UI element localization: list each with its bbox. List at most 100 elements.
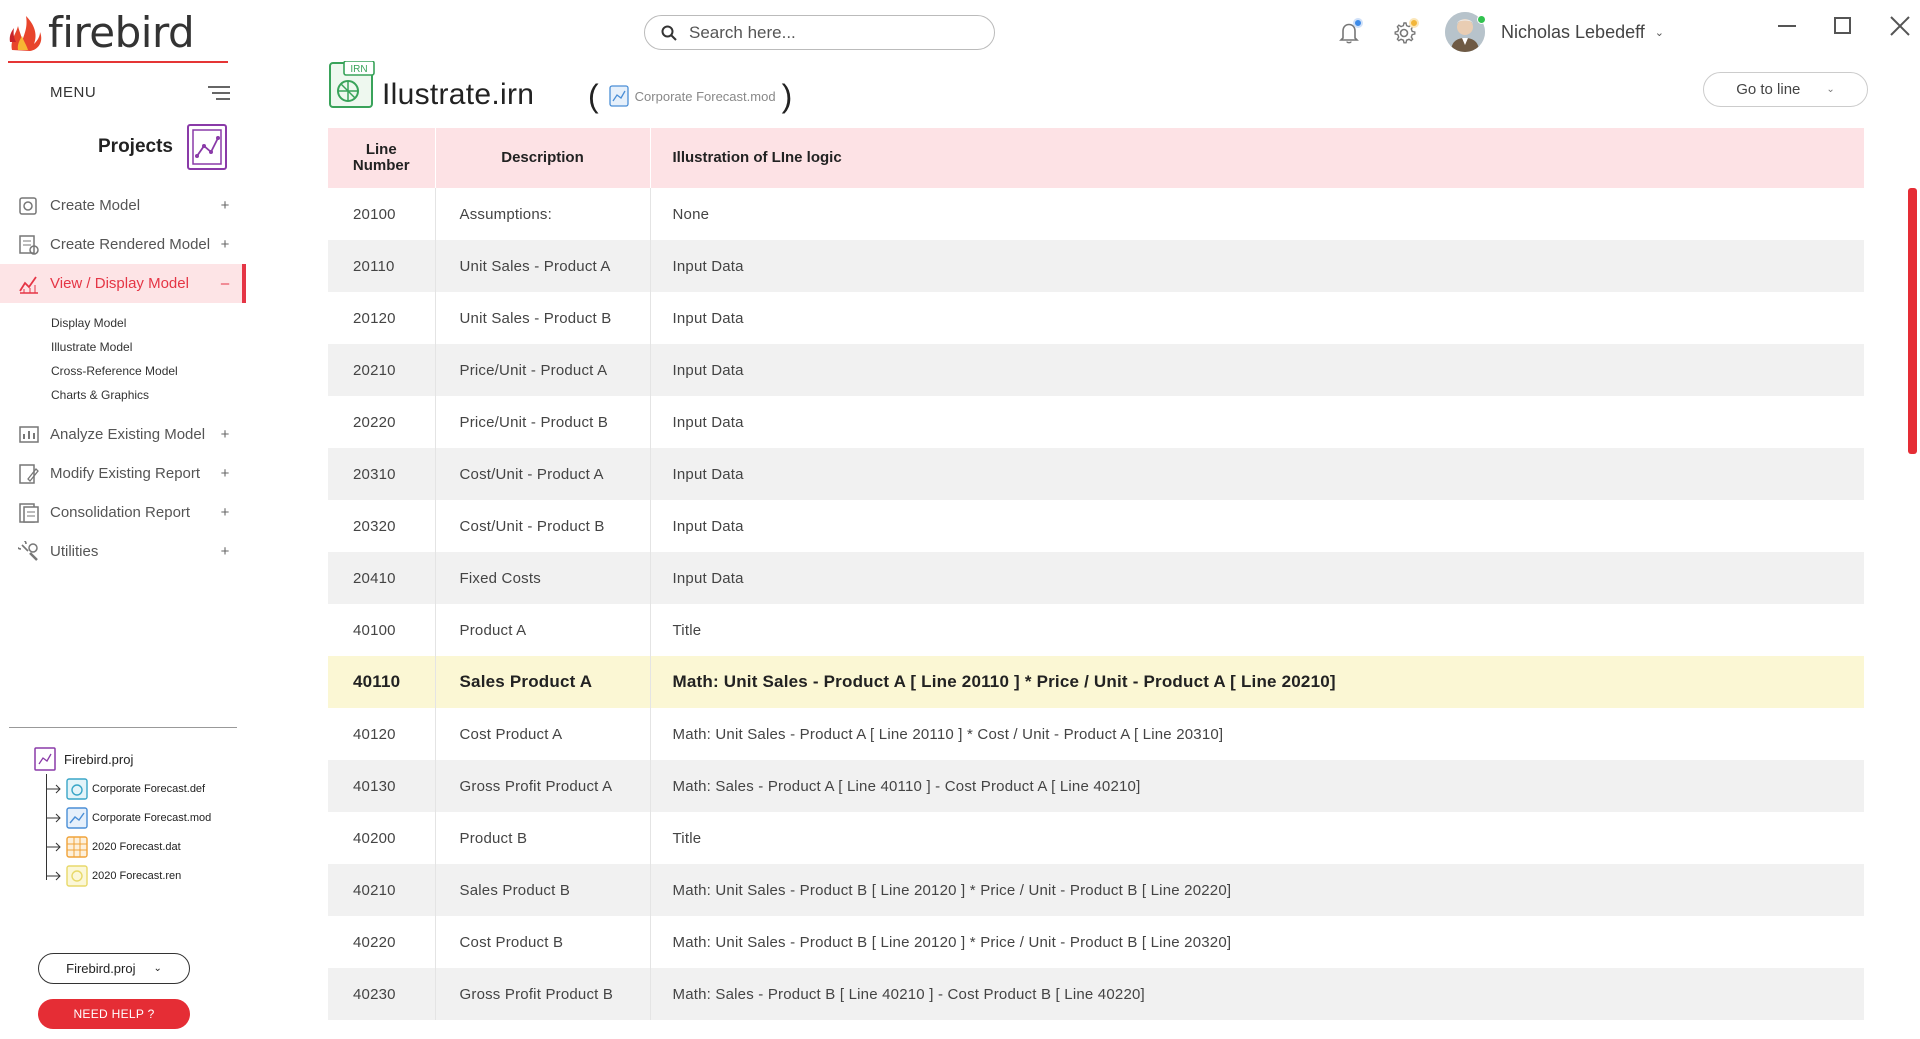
dat-file-icon: [66, 835, 88, 858]
logic-cell: Math: Sales - Product B [ Line 40210 ] -…: [672, 985, 1145, 1003]
expand-toggle-icon[interactable]: +: [218, 426, 232, 443]
tree-arrow-icon: [46, 871, 61, 880]
line-number-header: Line Number: [352, 141, 410, 174]
user-menu[interactable]: Nicholas Lebedeff ⌄: [1501, 22, 1664, 43]
submenu-illustrate-model[interactable]: Illustrate Model: [51, 335, 246, 359]
description-cell: Gross Profit Product A: [435, 760, 651, 812]
table-row[interactable]: 40130 Gross Profit Product A Math: Sales -…: [328, 760, 1864, 812]
line-number-cell: 20210: [328, 344, 436, 396]
tree-arrow-icon: [46, 842, 61, 851]
expand-toggle-icon[interactable]: +: [218, 236, 232, 253]
menu-row: MENU: [50, 84, 230, 101]
notification-badge: [1353, 18, 1363, 28]
scrollbar-thumb[interactable]: [1908, 188, 1917, 454]
hamburger-menu-icon[interactable]: [208, 85, 230, 100]
table-row[interactable]: 40230 Gross Profit Product B Math: Sales -…: [328, 968, 1864, 1020]
logic-cell: None: [672, 205, 710, 223]
table-row[interactable]: 40100 Product A Title: [328, 604, 1864, 656]
submenu-display-model[interactable]: Display Model: [51, 311, 246, 335]
project-select-value: Firebird.proj: [66, 961, 136, 976]
view-model-icon: [19, 275, 38, 294]
table-row[interactable]: 20110 Unit Sales - Product A Input Data: [328, 240, 1864, 292]
close-paren: ): [781, 78, 793, 114]
logic-cell: Math: Unit Sales - Product B [ Line 2012…: [672, 933, 1232, 951]
projects-label: Projects: [98, 136, 173, 157]
irn-file-icon: IRN: [329, 61, 375, 108]
column-header-logic[interactable]: Illustration of LIne logic: [650, 128, 1864, 188]
line-number-cell: 20320: [328, 500, 436, 552]
logo-text: firebird: [48, 7, 195, 57]
tree-item-ren-file[interactable]: 2020 Forecast.ren: [46, 861, 211, 890]
column-header-line-number[interactable]: Line Number: [328, 128, 436, 188]
table-row[interactable]: 20410 Fixed Costs Input Data: [328, 552, 1864, 604]
table-row[interactable]: 40110 Sales Product A Math: Unit Sales - P…: [328, 656, 1864, 708]
tree-item-label: Corporate Forecast.mod: [92, 811, 212, 824]
table-row[interactable]: 20220 Price/Unit - Product B Input Data: [328, 396, 1864, 448]
create-model-icon: [19, 196, 37, 215]
line-number-cell: 20410: [328, 552, 436, 604]
svg-text:IRN: IRN: [350, 64, 367, 75]
chevron-down-icon: ⌄: [153, 963, 162, 974]
collapse-toggle-icon[interactable]: –: [218, 275, 232, 292]
tree-item-mod-file[interactable]: Corporate Forecast.mod: [46, 803, 211, 832]
submenu-charts-graphics[interactable]: Charts & Graphics: [51, 383, 246, 407]
flame-logo-icon: [9, 16, 42, 51]
projects-chart-icon[interactable]: [186, 124, 229, 170]
table-row[interactable]: 40120 Cost Product A Math: Unit Sales - Pr…: [328, 708, 1864, 760]
table-row[interactable]: 20100 Assumptions: None: [328, 188, 1864, 240]
logic-cell: Input Data: [672, 569, 744, 587]
sidebar-item-consolidation-report[interactable]: Consolidation Report +: [0, 493, 246, 532]
line-number-cell: 40100: [328, 604, 436, 656]
submenu-cross-reference-model[interactable]: Cross-Reference Model: [51, 359, 246, 383]
need-help-button[interactable]: NEED HELP ?: [38, 999, 190, 1029]
table-row[interactable]: 20120 Unit Sales - Product B Input Data: [328, 292, 1864, 344]
tree-item-dat-file[interactable]: 2020 Forecast.dat: [46, 832, 211, 861]
search-input[interactable]: [689, 22, 969, 43]
table-row[interactable]: 20320 Cost/Unit - Product B Input Data: [328, 500, 1864, 552]
project-file-icon: [34, 747, 56, 771]
sidebar-item-label: Consolidation Report: [50, 504, 191, 521]
window-maximize-button[interactable]: [1834, 17, 1851, 34]
chevron-down-icon: ⌄: [1654, 27, 1664, 39]
expand-toggle-icon[interactable]: +: [218, 543, 232, 560]
column-header-description[interactable]: Description: [435, 128, 651, 188]
line-number-cell: 20100: [328, 188, 436, 240]
sidebar-item-analyze-existing-model[interactable]: Analyze Existing Model +: [0, 415, 246, 454]
logic-cell: Title: [672, 829, 702, 847]
window-minimize-button[interactable]: [1778, 25, 1796, 27]
description-cell: Price/Unit - Product A: [435, 344, 651, 396]
sidebar-item-utilities[interactable]: Utilities +: [0, 532, 246, 571]
tree-item-def-file[interactable]: Corporate Forecast.def: [46, 774, 211, 803]
settings-gear-icon[interactable]: [1391, 18, 1419, 46]
menu-label: MENU: [50, 84, 97, 101]
table-row[interactable]: 40200 Product B Title: [328, 812, 1864, 864]
expand-toggle-icon[interactable]: +: [218, 197, 232, 214]
sidebar-item-label: Utilities: [50, 543, 99, 560]
sidebar-item-create-model[interactable]: Create Model +: [0, 186, 246, 225]
table-row[interactable]: 40220 Cost Product B Math: Unit Sales - Pr…: [328, 916, 1864, 968]
source-file-name[interactable]: Corporate Forecast.mod: [635, 89, 776, 104]
tree-root-project[interactable]: Firebird.proj: [34, 744, 211, 774]
logic-cell: Input Data: [672, 517, 744, 535]
sidebar-item-modify-existing-report[interactable]: Modify Existing Report +: [0, 454, 246, 493]
sidebar-item-view-display-model[interactable]: View / Display Model –: [0, 264, 246, 303]
table-row[interactable]: 40210 Sales Product B Math: Unit Sales - P…: [328, 864, 1864, 916]
sidebar-item-create-rendered-model[interactable]: Create Rendered Model +: [0, 225, 246, 264]
tree-divider: [9, 727, 237, 728]
go-to-line-dropdown[interactable]: Go to line ⌄: [1703, 72, 1868, 107]
description-cell: Gross Profit Product B: [435, 968, 651, 1020]
logo-underline: [8, 61, 228, 63]
line-number-cell: 40110: [328, 656, 436, 708]
consolidation-report-icon: [19, 502, 39, 523]
table-row[interactable]: 20210 Price/Unit - Product A Input Data: [328, 344, 1864, 396]
expand-toggle-icon[interactable]: +: [218, 465, 232, 482]
notification-bell-icon[interactable]: [1336, 18, 1364, 46]
logic-cell: Math: Unit Sales - Product A [ Line 2011…: [672, 725, 1224, 743]
tree-item-label: 2020 Forecast.ren: [92, 869, 182, 882]
table-row[interactable]: 20310 Cost/Unit - Product A Input Data: [328, 448, 1864, 500]
project-select[interactable]: Firebird.proj ⌄: [38, 953, 190, 984]
window-close-button[interactable]: [1889, 15, 1911, 37]
firebird-logo[interactable]: firebird: [8, 7, 195, 57]
expand-toggle-icon[interactable]: +: [218, 504, 232, 521]
source-file-reference: ( Corporate Forecast.mod ): [588, 80, 792, 112]
